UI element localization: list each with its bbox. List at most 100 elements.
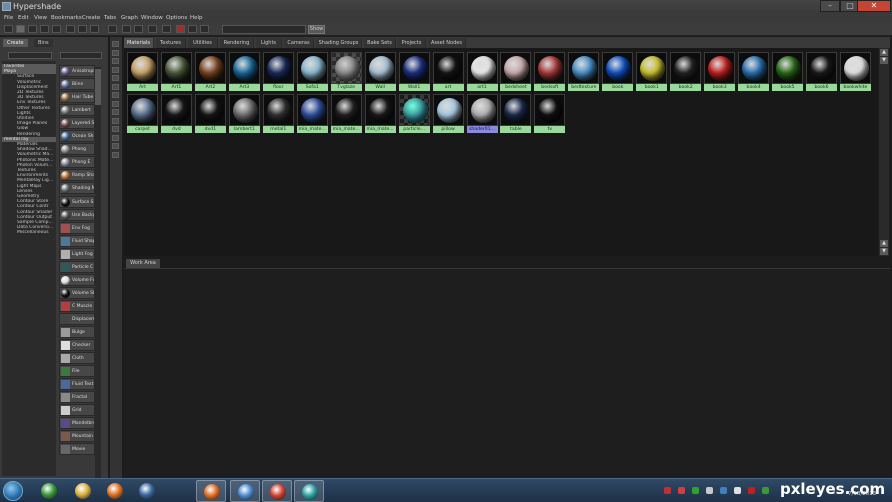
side-tool-button[interactable] xyxy=(112,41,119,47)
side-tool-button[interactable] xyxy=(112,134,119,141)
node-button-mountain[interactable]: Mountain xyxy=(59,430,95,443)
node-button-fluid-text[interactable]: Fluid Text xyxy=(59,378,95,391)
material-swatch[interactable]: art1 xyxy=(466,51,499,91)
side-tool-button[interactable] xyxy=(112,126,119,132)
material-swatch[interactable]: particle... xyxy=(398,93,431,133)
node-button-file[interactable]: File xyxy=(59,365,95,378)
tab-work-area[interactable]: Work Area xyxy=(126,259,160,268)
tool-button[interactable] xyxy=(200,25,209,33)
node-button-checker[interactable]: Checker xyxy=(59,339,95,352)
side-tool-button[interactable] xyxy=(112,83,119,90)
node-list-scrollbar[interactable] xyxy=(95,67,101,479)
menu-edit[interactable]: Edit xyxy=(18,15,29,21)
tree-item-miscellaneous[interactable]: Miscellaneous xyxy=(2,230,56,235)
material-swatch[interactable]: Art2 xyxy=(194,51,227,91)
material-swatch[interactable]: Tvglaze xyxy=(330,51,363,91)
node-button-shading-m[interactable]: Shading M xyxy=(59,182,95,195)
menu-create[interactable]: Create xyxy=(82,15,100,21)
material-swatch[interactable]: Art3 xyxy=(228,51,261,91)
menu-window[interactable]: Window xyxy=(141,15,163,21)
material-swatch[interactable]: Wall xyxy=(364,51,397,91)
side-tool-button[interactable] xyxy=(112,151,119,158)
material-swatch[interactable]: bookwhite xyxy=(839,51,872,91)
tool-button[interactable] xyxy=(122,25,131,33)
material-swatch[interactable]: floor xyxy=(262,51,295,91)
show-button[interactable]: Show xyxy=(308,25,325,34)
node-button-blinn[interactable]: Blinn xyxy=(59,78,95,91)
tab-asset-nodes[interactable]: Asset Nodes xyxy=(428,38,466,48)
tray-icon[interactable] xyxy=(762,487,769,494)
node-button-mandelbro[interactable]: Mandelbro xyxy=(59,417,95,430)
tab-bins[interactable]: Bins xyxy=(34,39,53,47)
material-swatch[interactable]: book4 xyxy=(737,51,770,91)
scroll-up-icon[interactable]: ▲ xyxy=(880,240,888,247)
node-button-movie[interactable]: Movie xyxy=(59,443,95,456)
material-swatch[interactable]: book3 xyxy=(703,51,736,91)
material-swatch[interactable]: Art1 xyxy=(160,51,193,91)
material-swatch[interactable]: dvd1 xyxy=(194,93,227,133)
tray-icon[interactable] xyxy=(720,487,727,494)
taskbar-media-player-button[interactable] xyxy=(100,480,130,502)
side-tool-button[interactable] xyxy=(112,58,119,64)
node-button-env-fog[interactable]: Env Fog xyxy=(59,221,95,234)
tool-button[interactable] xyxy=(90,25,99,33)
material-swatch[interactable]: mia_mate... xyxy=(330,93,363,133)
tool-button[interactable] xyxy=(52,25,61,33)
node-button-bulge[interactable]: Bulge xyxy=(59,326,95,338)
material-swatch[interactable]: dvd xyxy=(160,93,193,133)
node-button-volume-sh[interactable]: Volume Sh xyxy=(59,286,95,299)
menu-help[interactable]: Help xyxy=(190,15,203,21)
side-tool-button[interactable] xyxy=(112,75,119,81)
node-button-ocean-sh[interactable]: Ocean Sh xyxy=(59,130,95,143)
material-swatch[interactable]: pillow xyxy=(432,93,465,133)
menu-graph[interactable]: Graph xyxy=(121,15,138,21)
tab-bake-sets[interactable]: Bake Sets xyxy=(364,38,396,48)
node-button-layered-s[interactable]: Layered S xyxy=(59,117,95,130)
tab-projects[interactable]: Projects xyxy=(398,38,426,48)
material-swatch[interactable]: Art xyxy=(126,51,159,91)
node-button-hair-tube[interactable]: Hair Tube xyxy=(59,91,95,104)
node-button-lambert[interactable]: Lambert xyxy=(59,104,95,117)
side-tool-button[interactable] xyxy=(112,143,119,149)
tab-lights[interactable]: Lights xyxy=(256,38,282,48)
tab-materials[interactable]: Materials xyxy=(124,38,154,48)
tool-button[interactable] xyxy=(148,25,157,33)
tab-textures[interactable]: Textures xyxy=(156,38,186,48)
side-tool-button[interactable] xyxy=(112,92,119,98)
side-tool-button[interactable] xyxy=(112,109,119,115)
material-swatch[interactable]: bedsheet xyxy=(499,51,532,91)
tray-icon[interactable] xyxy=(706,487,713,494)
tool-button[interactable] xyxy=(162,25,171,33)
tray-icon[interactable] xyxy=(678,487,685,494)
material-swatch[interactable]: carpet xyxy=(126,93,159,133)
tab-utilities[interactable]: Utilities xyxy=(188,38,218,48)
browser-scrollbar[interactable]: ▲ ▼ ▲ ▼ xyxy=(879,48,889,256)
tool-button[interactable] xyxy=(188,25,197,33)
material-swatch[interactable]: book1 xyxy=(635,51,668,91)
tray-icon[interactable] xyxy=(692,487,699,494)
material-swatch[interactable]: Sofa1 xyxy=(296,51,329,91)
node-filter-input[interactable] xyxy=(60,52,102,59)
work-area-canvas[interactable] xyxy=(124,268,890,478)
material-swatch[interactable]: mia_mate... xyxy=(296,93,329,133)
scroll-up-icon[interactable]: ▲ xyxy=(880,49,888,56)
node-button-phong[interactable]: Phong xyxy=(59,143,95,156)
tool-button[interactable] xyxy=(78,25,87,33)
node-button-cloth[interactable]: Cloth xyxy=(59,352,95,365)
node-button-particle-c[interactable]: Particle C xyxy=(59,260,95,273)
scroll-down-icon[interactable]: ▼ xyxy=(880,248,888,255)
material-swatch[interactable]: tv xyxy=(533,93,566,133)
node-button-phong-e[interactable]: Phong E xyxy=(59,156,95,169)
tool-button[interactable] xyxy=(16,25,25,33)
material-swatch[interactable]: table xyxy=(499,93,532,133)
node-button-surface-s[interactable]: Surface S xyxy=(59,195,95,208)
tool-button[interactable] xyxy=(134,25,143,33)
menu-bookmarks[interactable]: Bookmarks xyxy=(51,15,82,21)
node-button-anisotropic[interactable]: Anisotropic xyxy=(59,65,95,77)
material-swatch[interactable]: art xyxy=(432,51,465,91)
tool-button[interactable] xyxy=(108,25,117,33)
menu-tabs[interactable]: Tabs xyxy=(104,15,116,21)
tool-button[interactable] xyxy=(40,25,49,33)
menu-options[interactable]: Options xyxy=(166,15,187,21)
tool-button[interactable] xyxy=(4,25,13,33)
